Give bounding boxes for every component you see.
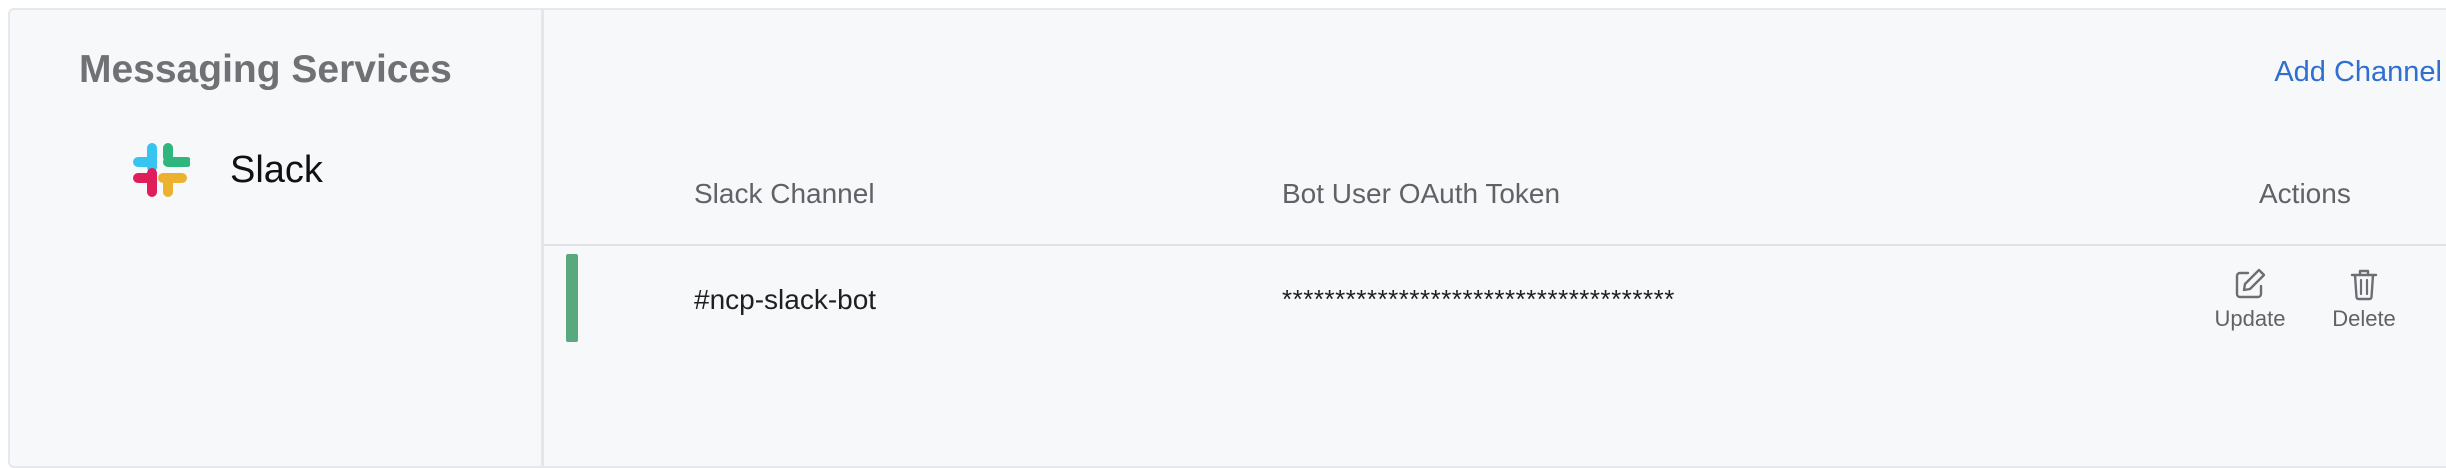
update-label: Update bbox=[2214, 306, 2286, 331]
add-channel-button[interactable]: Add Channel bbox=[2274, 56, 2442, 89]
messaging-services-panel: Messaging Services Slack Add Channel Sla bbox=[8, 8, 2446, 468]
sidebar-item-slack[interactable]: Slack bbox=[130, 138, 323, 202]
sidebar-item-label: Slack bbox=[230, 148, 323, 191]
table-row: #ncp-slack-bot *************************… bbox=[544, 248, 2446, 344]
table-header: Slack Channel Bot User OAuth Token Actio… bbox=[544, 140, 2446, 246]
channel-name: #ncp-slack-bot bbox=[694, 284, 877, 315]
delete-button[interactable]: Delete bbox=[2304, 266, 2424, 332]
edit-icon bbox=[2235, 268, 2266, 299]
bot-token-masked: ************************************* bbox=[1282, 284, 1675, 314]
update-button[interactable]: Update bbox=[2190, 266, 2310, 332]
trash-icon bbox=[2350, 269, 2378, 301]
sidebar: Messaging Services Slack bbox=[10, 10, 544, 466]
slack-logo-icon bbox=[133, 143, 190, 197]
sidebar-title: Messaging Services bbox=[79, 48, 452, 91]
row-status-indicator bbox=[566, 254, 578, 342]
column-header-bot-token: Bot User OAuth Token bbox=[1282, 178, 1561, 209]
column-header-actions: Actions bbox=[2259, 178, 2351, 209]
main-content: Add Channel Slack Channel Bot User OAuth… bbox=[544, 10, 2446, 466]
delete-label: Delete bbox=[2332, 306, 2396, 331]
column-header-slack-channel: Slack Channel bbox=[694, 178, 875, 209]
